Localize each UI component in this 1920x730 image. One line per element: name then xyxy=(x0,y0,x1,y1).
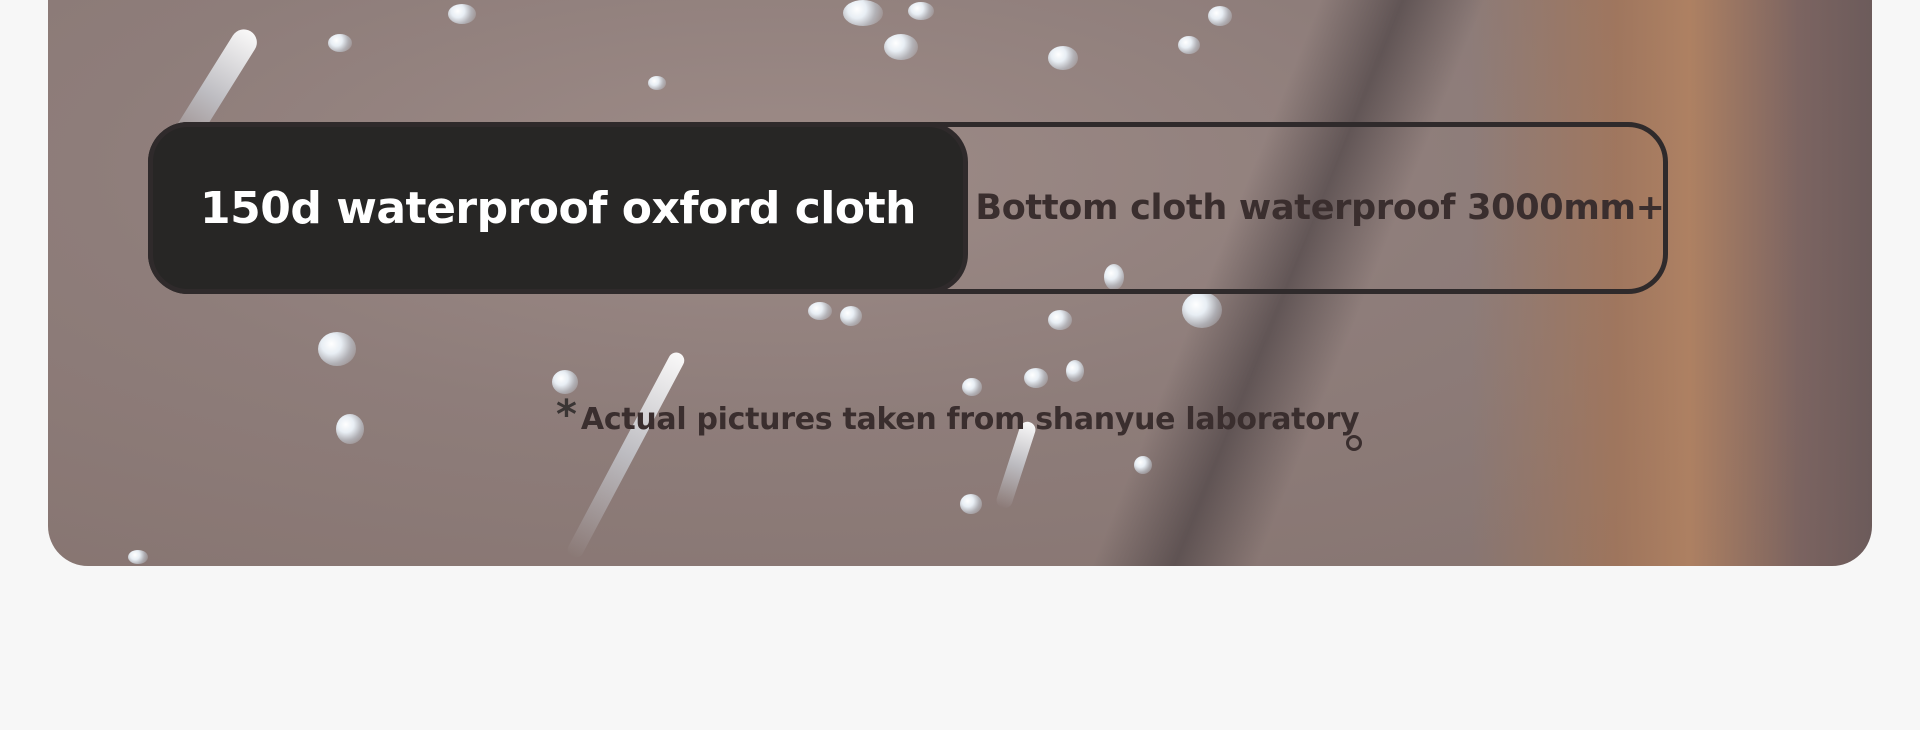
asterisk-icon: * xyxy=(556,392,577,438)
spec-primary-pill: 150d waterproof oxford cloth xyxy=(148,122,968,294)
page: 150d waterproof oxford cloth Bottom clot… xyxy=(0,0,1920,730)
caption-text: Actual pictures taken from shanyue labor… xyxy=(580,401,1360,437)
circle-mark-icon xyxy=(1346,435,1362,451)
secondary-spec-label: Bottom cloth waterproof 3000mm+ xyxy=(975,188,1665,228)
photo-caption: * Actual pictures taken from shanyue lab… xyxy=(556,392,1360,442)
primary-spec-label: 150d waterproof oxford cloth xyxy=(200,182,916,234)
